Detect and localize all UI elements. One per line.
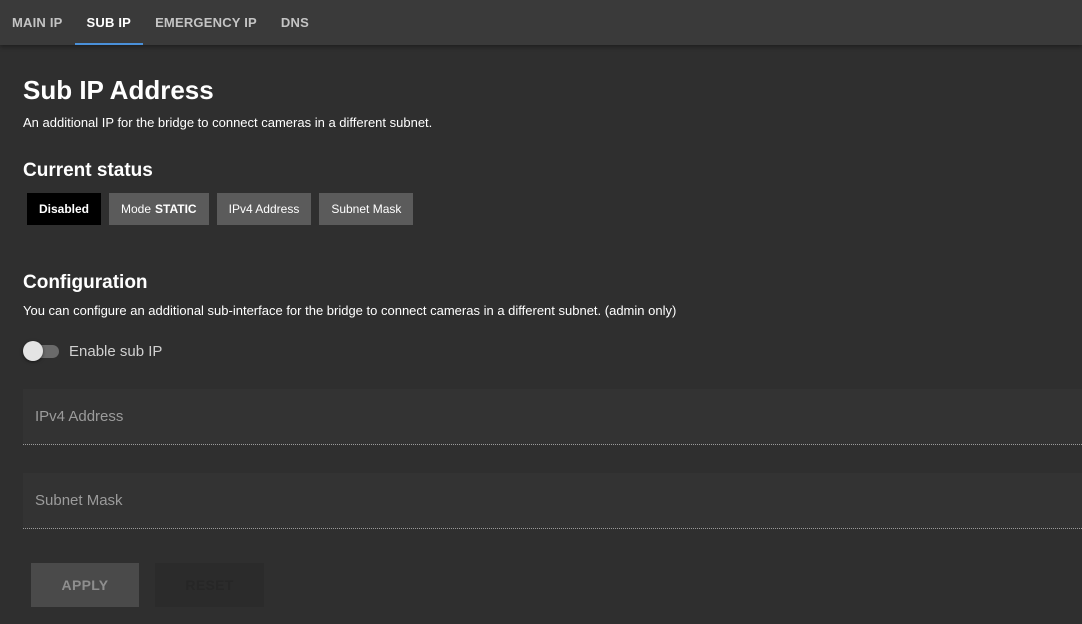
tab-emergency-ip-label: EMERGENCY IP	[155, 15, 257, 30]
tab-main-ip-label: MAIN IP	[12, 15, 63, 30]
mode-value: STATIC	[155, 202, 197, 216]
subnet-mask-input[interactable]	[23, 473, 1082, 528]
ipv4-address-input[interactable]	[23, 389, 1082, 444]
configuration-description: You can configure an additional sub-inte…	[23, 303, 677, 318]
tab-sub-ip[interactable]: SUB IP	[74, 0, 144, 45]
status-chips: Disabled Mode STATIC IPv4 Address Subnet…	[27, 193, 414, 225]
apply-button[interactable]: APPLY	[31, 563, 139, 607]
switch-thumb[interactable]	[23, 341, 43, 361]
current-status-heading: Current status	[23, 160, 153, 181]
tab-emergency-ip[interactable]: EMERGENCY IP	[143, 0, 269, 45]
enable-sub-ip-toggle-row[interactable]: Enable sub IP	[23, 341, 162, 361]
status-badge-subnet: Subnet Mask	[319, 193, 414, 225]
page-title: Sub IP Address	[23, 75, 214, 105]
page: MAIN IP SUB IP EMERGENCY IP DNS Sub IP A…	[0, 0, 1082, 624]
configuration-heading: Configuration	[23, 272, 148, 293]
status-badge-mode: Mode STATIC	[109, 193, 209, 225]
status-badge-state: Disabled	[27, 193, 102, 225]
page-subtitle: An additional IP for the bridge to conne…	[23, 115, 433, 130]
enable-sub-ip-switch[interactable]	[23, 341, 59, 361]
mode-prefix: Mode	[121, 202, 152, 216]
active-tab-indicator	[74, 43, 144, 45]
subnet-mask-field[interactable]	[23, 473, 1082, 529]
enable-sub-ip-label: Enable sub IP	[69, 342, 163, 360]
ipv4-address-field[interactable]	[23, 389, 1082, 445]
tab-sub-ip-label: SUB IP	[86, 15, 132, 30]
status-badge-ipv4: IPv4 Address	[216, 193, 312, 225]
tab-main-ip[interactable]: MAIN IP	[0, 0, 75, 45]
tab-dns-label: DNS	[280, 15, 309, 30]
tab-bar: MAIN IP SUB IP EMERGENCY IP DNS	[0, 0, 1082, 45]
reset-button[interactable]: RESET	[155, 563, 264, 607]
tab-dns[interactable]: DNS	[269, 0, 321, 45]
